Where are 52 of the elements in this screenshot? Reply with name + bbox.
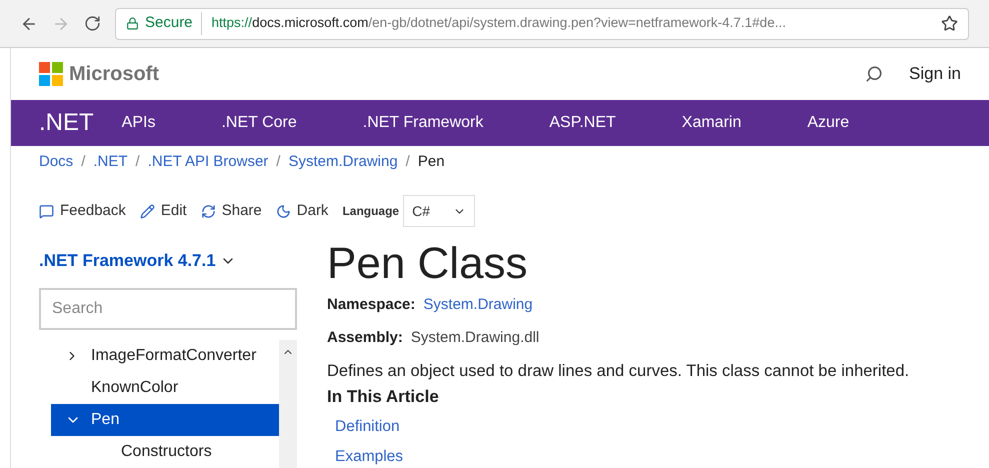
edit-icon <box>140 204 155 218</box>
breadcrumb-separator: / <box>406 152 410 172</box>
class-summary: Defines an object used to draw lines and curves. This class cannot be inherited. <box>327 361 910 382</box>
version-selector[interactable]: .NET Framework 4.7.1 <box>39 248 216 274</box>
language-label: Language <box>342 203 400 220</box>
search-icon[interactable] <box>865 65 884 83</box>
lock-icon <box>126 17 139 30</box>
search-field[interactable]: Search <box>39 288 297 330</box>
namespace-label: Namespace: <box>327 295 416 315</box>
nav-link[interactable]: .NET Framework <box>362 111 484 135</box>
assembly-label: Assembly: <box>327 328 403 348</box>
nav-link[interactable]: ASP.NET <box>549 111 616 135</box>
assembly-name: System.Drawing.dll <box>410 328 540 348</box>
reload-icon[interactable] <box>84 15 101 32</box>
feedback-icon <box>39 204 54 218</box>
edit-button[interactable]: Edit <box>140 200 187 222</box>
tree-item[interactable]: Pen <box>51 404 279 436</box>
tree-item[interactable]: Constructors <box>51 436 279 468</box>
brand-name[interactable]: Microsoft <box>69 59 159 89</box>
product-name[interactable]: .NET <box>39 105 94 141</box>
nav-link[interactable]: Azure <box>807 111 850 135</box>
breadcrumb-separator: / <box>276 152 280 172</box>
breadcrumb-link[interactable]: System.Drawing <box>288 150 398 174</box>
nav-link[interactable]: Xamarin <box>682 111 742 135</box>
microsoft-logo-icon[interactable] <box>39 62 63 86</box>
page-title: Pen Class <box>327 238 529 290</box>
toc-link[interactable]: Examples <box>335 444 910 468</box>
breadcrumb-link[interactable]: .NET <box>93 150 128 174</box>
tree-item[interactable]: ImageFormatConverter <box>51 340 279 372</box>
share-button[interactable]: Share <box>200 200 262 222</box>
feedback-button[interactable]: Feedback <box>39 200 126 222</box>
secure-label: Secure <box>145 12 202 35</box>
breadcrumb-link[interactable]: Docs <box>39 150 74 174</box>
nav-link[interactable]: .NET Core <box>221 111 297 135</box>
nav-link[interactable]: APIs <box>122 111 156 135</box>
namespace-link[interactable]: System.Drawing <box>423 294 533 316</box>
sign-in-link[interactable]: Sign in <box>909 61 961 87</box>
share-icon <box>200 204 216 218</box>
toc-link[interactable]: Definition <box>335 415 910 438</box>
bookmark-star-icon[interactable] <box>941 15 958 32</box>
address-bar[interactable]: Secure https://docs.microsoft.com/en-gb/dotnet/api/system.drawing.pen?view=netframework-4.7.1#de... <box>115 8 969 40</box>
tree-item[interactable]: KnownColor <box>51 372 279 404</box>
language-select[interactable]: C# <box>403 195 476 227</box>
url-text: https://docs.microsoft.com/en-gb/dotnet/api/system.drawing.pen?view=netframework-4.7.1#de... <box>212 14 786 32</box>
dark-button[interactable]: Dark <box>276 200 328 222</box>
scrollbar[interactable] <box>279 340 297 468</box>
breadcrumb-separator: / <box>136 152 140 172</box>
breadcrumb-separator: / <box>81 152 86 172</box>
toc-heading: In This Article <box>327 386 440 408</box>
breadcrumb-current: Pen <box>418 152 445 172</box>
dark-icon <box>276 204 291 218</box>
breadcrumb-link[interactable]: .NET API Browser <box>148 150 268 174</box>
